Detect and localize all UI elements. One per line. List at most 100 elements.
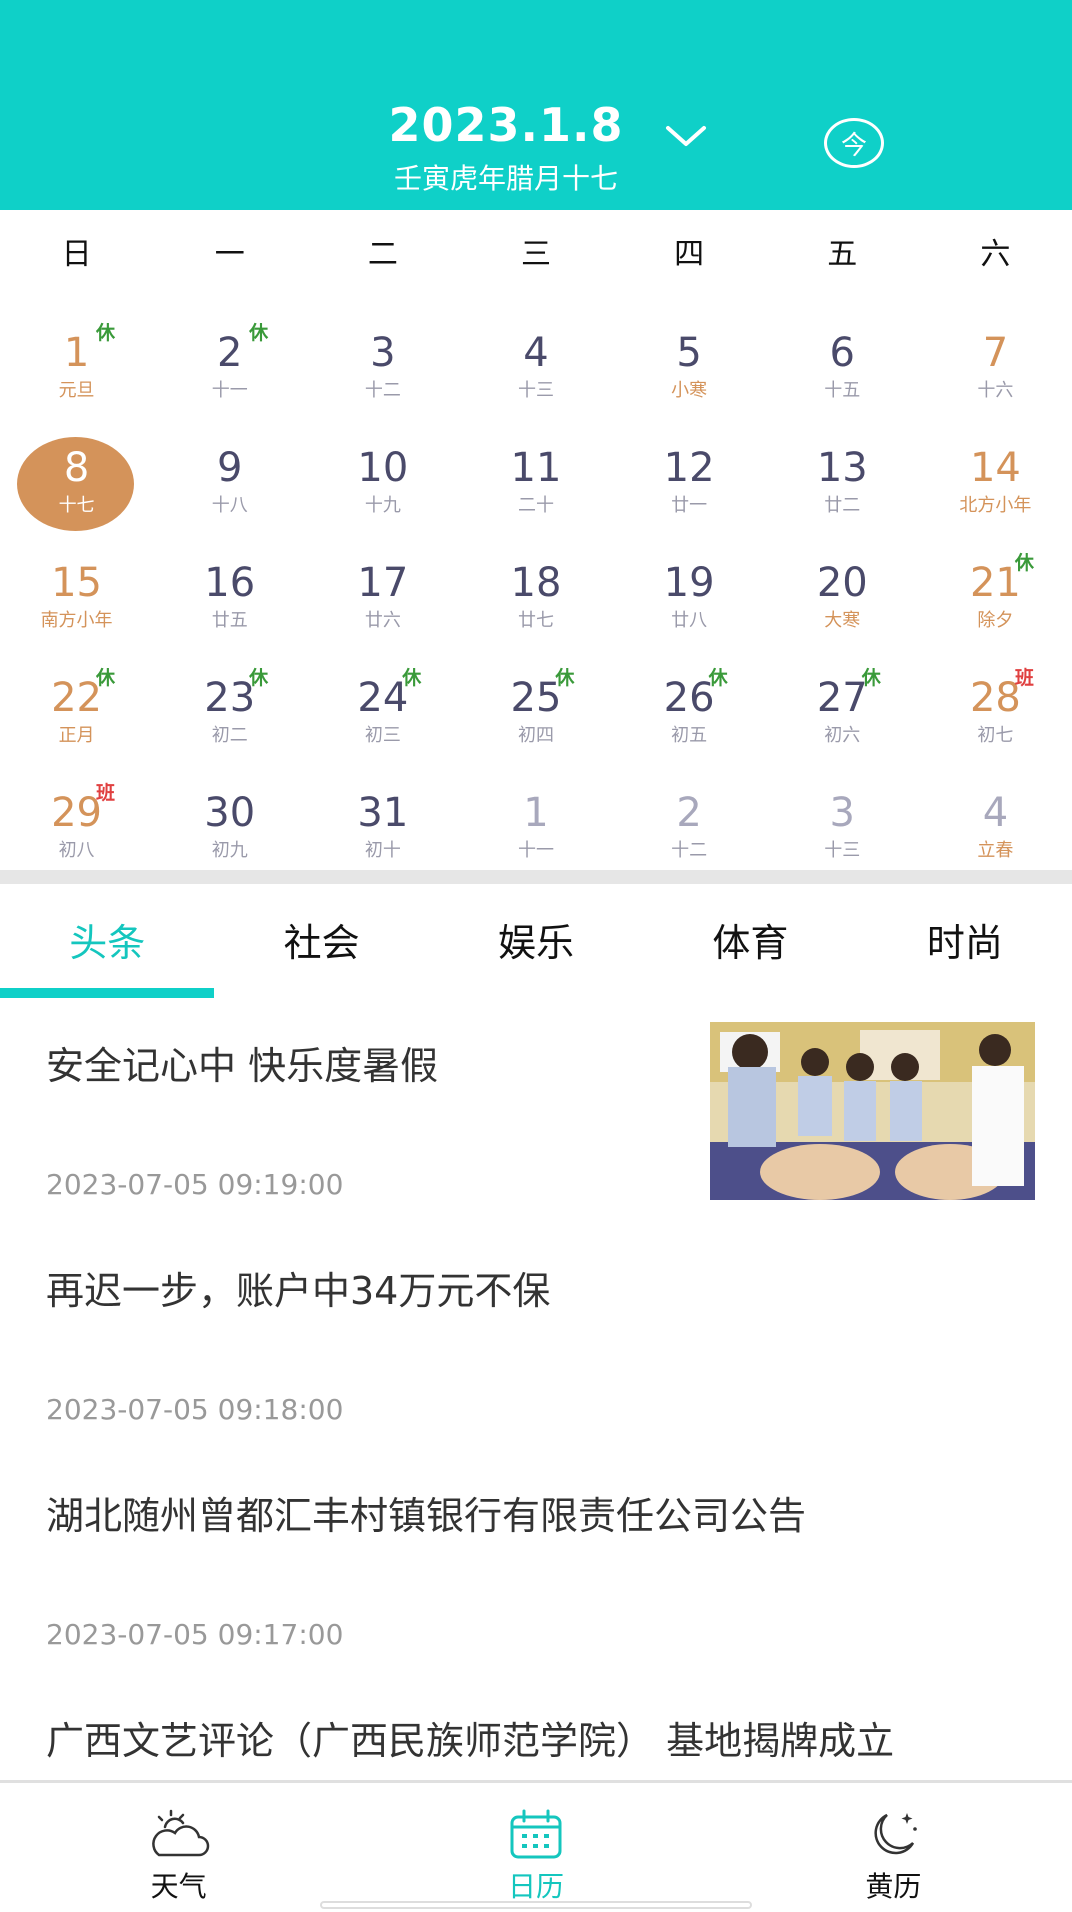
day-number: 3 <box>370 330 396 376</box>
calendar-day[interactable]: 26 初五 休 <box>613 645 766 760</box>
calendar-day[interactable]: 9 十八 <box>153 415 306 530</box>
nav-calendar[interactable]: 日历 <box>357 1783 714 1912</box>
lunar-label: 廿七 <box>517 610 554 631</box>
lunar-label: 初八 <box>58 840 95 861</box>
calendar-day[interactable]: 4 十三 <box>459 300 612 415</box>
day-number: 10 <box>357 445 409 491</box>
news-thumbnail <box>710 1022 1035 1200</box>
calendar-day[interactable]: 4 立春 <box>919 760 1072 875</box>
holiday-badge: 休 <box>96 667 116 689</box>
calendar-day[interactable]: 2 十二 <box>613 760 766 875</box>
calendar-day[interactable]: 2 十一 休 <box>153 300 306 415</box>
day-number: 21 <box>969 560 1021 606</box>
calendar-day[interactable]: 22 正月 休 <box>0 645 153 760</box>
calendar-day[interactable]: 15 南方小年 <box>0 530 153 645</box>
calendar-day[interactable]: 25 初四 休 <box>459 645 612 760</box>
calendar-day[interactable]: 7 十六 <box>919 300 1072 415</box>
day-number: 3 <box>829 790 855 836</box>
nav-almanac[interactable]: 黄历 <box>715 1783 1072 1912</box>
calendar-day[interactable]: 30 初九 <box>153 760 306 875</box>
day-number: 23 <box>204 675 256 721</box>
day-number: 2 <box>676 790 702 836</box>
tab-entertainment[interactable]: 娱乐 <box>429 884 643 1004</box>
day-number: 26 <box>663 675 715 721</box>
calendar-day[interactable]: 24 初三 休 <box>306 645 459 760</box>
lunar-label: 十二 <box>671 840 708 861</box>
lunar-label: 初三 <box>364 725 401 746</box>
home-indicator[interactable] <box>320 1901 752 1909</box>
tab-sports[interactable]: 体育 <box>643 884 857 1004</box>
calendar-day[interactable]: 16 廿五 <box>153 530 306 645</box>
calendar-day[interactable]: 6 十五 <box>766 300 919 415</box>
lunar-label: 初九 <box>211 840 248 861</box>
weekday-label: 日 <box>61 237 92 272</box>
calendar-day[interactable]: 3 十二 <box>306 300 459 415</box>
calendar-day[interactable]: 14 北方小年 <box>919 415 1072 530</box>
day-number: 17 <box>357 560 409 606</box>
tab-headlines[interactable]: 头条 <box>0 884 214 1004</box>
day-number: 4 <box>523 330 549 376</box>
holiday-badge: 休 <box>861 667 881 689</box>
weekday-label: 四 <box>674 237 705 272</box>
news-item[interactable]: 再迟一步，账户中34万元不保 2023-07-05 09:18:00 <box>0 1229 1072 1454</box>
lunar-label: 初四 <box>517 725 554 746</box>
calendar-day[interactable]: 11 二十 <box>459 415 612 530</box>
calendar-day[interactable]: 12 廿一 <box>613 415 766 530</box>
holiday-badge: 休 <box>249 667 269 689</box>
moon-stars-icon <box>874 1813 918 1855</box>
lunar-label: 十八 <box>211 495 248 516</box>
lunar-label: 元旦 <box>58 380 95 401</box>
today-button[interactable]: 今 <box>824 118 884 168</box>
calendar-day-selected[interactable]: 8 十七 <box>0 415 153 531</box>
calendar-day[interactable]: 23 初二 休 <box>153 645 306 760</box>
nav-label: 黄历 <box>865 1870 922 1903</box>
calendar-day[interactable]: 1 元旦 休 <box>0 300 153 415</box>
calendar-day[interactable]: 17 廿六 <box>306 530 459 645</box>
nav-label: 天气 <box>150 1870 207 1903</box>
news-title: 湖北随州曾都汇丰村镇银行有限责任公司公告 <box>46 1494 807 1538</box>
lunar-label: 初十 <box>364 840 401 861</box>
news-item[interactable]: 广西文艺评论（广西民族师范学院） 基地揭牌成立 <box>0 1679 1072 1784</box>
calendar-day[interactable]: 20 大寒 <box>766 530 919 645</box>
weekday-label: 五 <box>827 237 858 272</box>
tab-fashion[interactable]: 时尚 <box>858 884 1072 1004</box>
chevron-down-icon[interactable] <box>662 120 710 150</box>
calendar-day[interactable]: 31 初十 <box>306 760 459 875</box>
weather-cloud-sun-icon <box>151 1809 209 1857</box>
news-time: 2023-07-05 09:18:00 <box>46 1393 344 1426</box>
calendar-day[interactable]: 1 十一 <box>459 760 612 875</box>
lunar-label: 廿二 <box>824 495 861 516</box>
calendar-day[interactable]: 13 廿二 <box>766 415 919 530</box>
header-bar: 2023.1.8 壬寅虎年腊月十七 今 <box>0 0 1072 210</box>
current-date[interactable]: 2023.1.8 <box>0 98 1072 152</box>
day-number: 7 <box>982 330 1009 376</box>
holiday-badge: 休 <box>708 667 728 689</box>
calendar-day[interactable]: 27 初六 休 <box>766 645 919 760</box>
lunar-label: 廿五 <box>211 610 248 631</box>
lunar-label: 北方小年 <box>959 495 1032 516</box>
calendar-day[interactable]: 10 十九 <box>306 415 459 530</box>
calendar-day[interactable]: 21 除夕 休 <box>919 530 1072 645</box>
news-item[interactable]: 湖北随州曾都汇丰村镇银行有限责任公司公告 2023-07-05 09:17:00 <box>0 1454 1072 1679</box>
calendar-day[interactable]: 18 廿七 <box>459 530 612 645</box>
day-number: 15 <box>51 560 103 606</box>
lunar-label: 南方小年 <box>40 610 113 631</box>
calendar-day[interactable]: 29 初八 班 <box>0 760 153 875</box>
news-item[interactable]: 安全记心中 快乐度暑假 2023-07-05 09:19:00 <box>0 1004 1072 1229</box>
calendar-day[interactable]: 3 十三 <box>766 760 919 875</box>
news-time: 2023-07-05 09:19:00 <box>46 1168 344 1201</box>
lunar-label: 小寒 <box>671 380 708 401</box>
workday-badge: 班 <box>96 782 116 804</box>
day-number: 22 <box>51 675 103 721</box>
lunar-label: 大寒 <box>824 610 861 631</box>
tab-society[interactable]: 社会 <box>214 884 428 1004</box>
lunar-label: 廿八 <box>671 610 708 631</box>
calendar-day[interactable]: 5 小寒 <box>613 300 766 415</box>
lunar-label: 初五 <box>671 725 708 746</box>
day-number: 12 <box>663 445 715 491</box>
lunar-label: 立春 <box>977 840 1014 861</box>
calendar-day[interactable]: 28 初七 班 <box>919 645 1072 760</box>
lunar-label: 廿一 <box>671 495 708 516</box>
calendar-day[interactable]: 19 廿八 <box>613 530 766 645</box>
nav-weather[interactable]: 天气 <box>0 1783 357 1912</box>
